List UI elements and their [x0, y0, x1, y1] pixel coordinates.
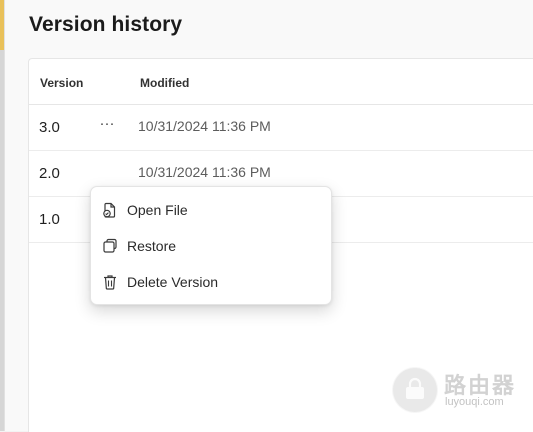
modified-date: 10/31/2024 11:36 PM [138, 118, 271, 134]
version-number: 3.0 [39, 119, 60, 136]
watermark: 路由器 luyouqi.com [392, 367, 522, 415]
watermark-logo-icon [392, 367, 438, 413]
dialog-title: Version history [29, 13, 183, 36]
trash-icon [101, 273, 119, 291]
menu-item-label: Open File [127, 202, 188, 218]
version-number: 1.0 [39, 211, 60, 228]
more-options-icon[interactable]: ··· [97, 114, 117, 134]
column-header-modified[interactable]: Modified [140, 76, 189, 90]
version-context-menu: Open File Restore Delete Version [90, 186, 332, 305]
restore-icon [101, 237, 119, 255]
table-header: Version Modified [29, 59, 533, 105]
table-row[interactable]: 3.0 ··· 10/31/2024 11:36 PM [29, 105, 533, 151]
watermark-subtitle: luyouqi.com [445, 396, 504, 408]
modified-date: 10/31/2024 11:36 PM [138, 164, 271, 180]
version-number: 2.0 [39, 165, 60, 182]
menu-item-open-file[interactable]: Open File [91, 192, 331, 228]
menu-item-label: Delete Version [127, 274, 219, 290]
column-header-version[interactable]: Version [40, 76, 83, 90]
menu-item-delete-version[interactable]: Delete Version [91, 264, 331, 300]
menu-item-restore[interactable]: Restore [91, 228, 331, 264]
menu-item-label: Restore [127, 238, 177, 254]
open-file-icon [101, 201, 119, 219]
